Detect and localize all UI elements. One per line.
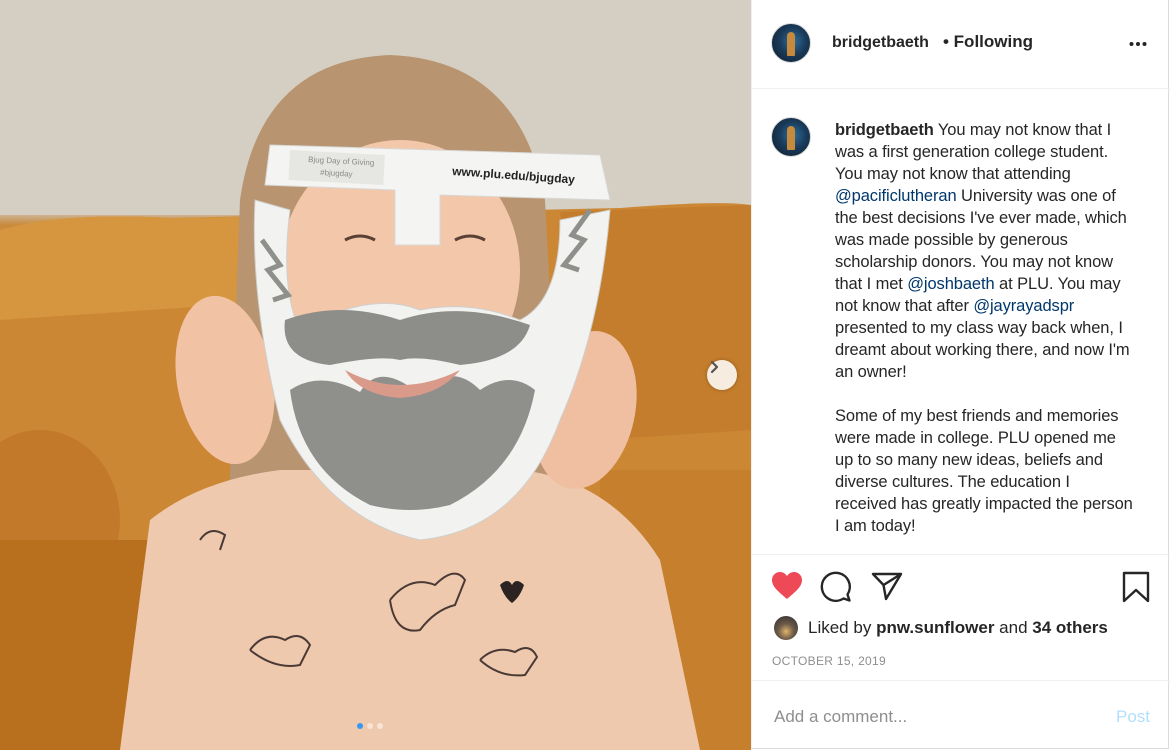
likes-middle: and — [999, 618, 1028, 637]
mention-link[interactable]: @joshbaeth — [907, 275, 994, 293]
caption-author-avatar[interactable] — [771, 117, 811, 157]
mention-link[interactable]: @jayrayadspr — [973, 297, 1074, 315]
ellipsis-icon — [1129, 42, 1147, 46]
comment-button[interactable] — [820, 571, 852, 608]
caption-text-part: presented to my class way back when, I d… — [835, 319, 1130, 381]
post-date[interactable]: OCTOBER 15, 2019 — [772, 654, 886, 668]
likes-prefix: Liked by — [808, 618, 872, 637]
likes-others-link[interactable]: 34 others — [1032, 618, 1108, 638]
post-header: bridgetbaeth • Following — [752, 0, 1170, 89]
caption-username[interactable]: bridgetbaeth — [835, 121, 934, 139]
post-comment-button[interactable]: Post — [1116, 707, 1150, 727]
share-paper-plane-icon — [871, 572, 903, 601]
post-photo[interactable]: www.plu.edu/bjugday Bjug Day of Giving #… — [0, 0, 751, 750]
likes-summary: Liked by pnw.sunflower and 34 others — [774, 615, 1108, 641]
save-button[interactable] — [1122, 571, 1150, 608]
comment-box: Post — [752, 680, 1170, 749]
carousel-dot-active — [357, 723, 363, 729]
photo-illustration: www.plu.edu/bjugday Bjug Day of Giving #… — [0, 0, 751, 750]
liker-username[interactable]: pnw.sunflower — [876, 618, 994, 638]
caption-section: bridgetbaeth You may not know that I was… — [752, 89, 1170, 554]
mention-link[interactable]: @pacificlutheran — [835, 187, 957, 205]
like-button[interactable] — [771, 571, 803, 606]
caption-paragraph-2: Some of my best friends and memories wer… — [835, 407, 1133, 535]
carousel-indicator — [357, 723, 383, 729]
bookmark-icon — [1122, 571, 1150, 603]
chevron-right-icon — [710, 360, 719, 374]
author-username[interactable]: bridgetbaeth — [832, 34, 929, 52]
carousel-dot — [377, 723, 383, 729]
comment-input[interactable] — [772, 701, 1096, 733]
carousel-dot — [367, 723, 373, 729]
share-button[interactable] — [871, 571, 903, 606]
more-options-button[interactable] — [1129, 34, 1147, 52]
author-avatar[interactable] — [771, 23, 811, 63]
following-button[interactable]: • Following — [943, 32, 1033, 52]
comment-icon — [820, 571, 851, 602]
carousel-next-button[interactable] — [707, 360, 737, 390]
post-details-panel: bridgetbaeth • Following bridgetbaeth Yo… — [751, 0, 1170, 749]
liker-avatar[interactable] — [774, 616, 798, 640]
mask-sticker-line2: #bjugday — [320, 168, 353, 179]
heart-filled-icon — [772, 572, 802, 599]
caption-text: bridgetbaeth You may not know that I was… — [835, 119, 1135, 537]
post-actions: Liked by pnw.sunflower and 34 others OCT… — [752, 554, 1170, 680]
